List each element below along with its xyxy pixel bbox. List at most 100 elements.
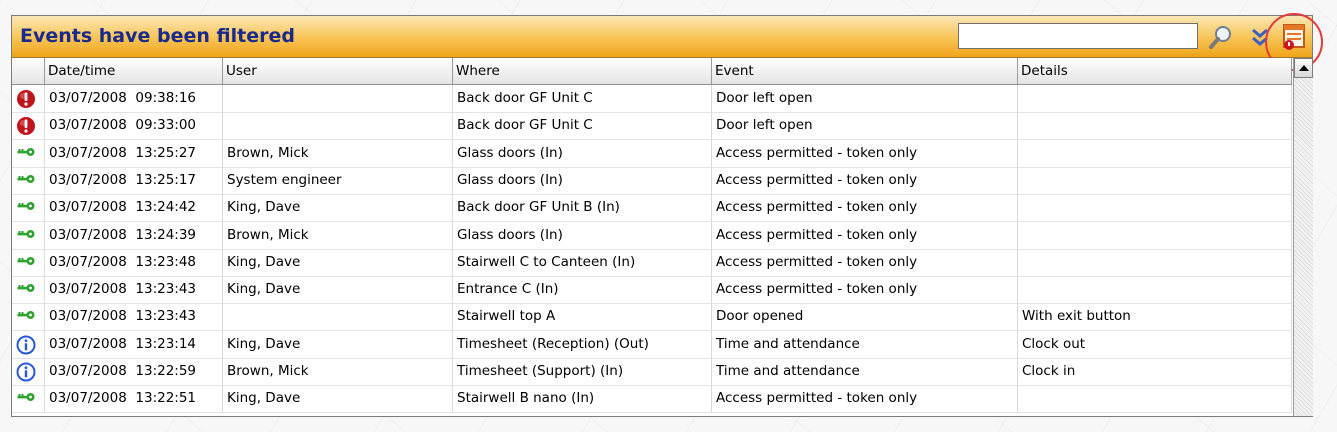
alarm-icon [17, 117, 35, 136]
cell-where: Glass doors (In) [453, 139, 712, 167]
cell-event: Door left open [712, 85, 1018, 112]
cell-datetime: 03/07/2008 13:23:43 [45, 276, 223, 304]
table-row[interactable]: 03/07/2008 13:24:42 King, Dave Back door G… [12, 194, 1292, 223]
info-icon [16, 362, 36, 382]
search-icon [1209, 26, 1231, 49]
scroll-up-button[interactable] [1294, 58, 1313, 78]
table-row[interactable]: 03/07/2008 13:23:48 King, Dave Stairwell C… [12, 248, 1292, 277]
cell-user: Brown, Mick [223, 358, 453, 385]
cell-details [1018, 194, 1292, 222]
cell-details [1018, 139, 1292, 167]
key-icon [17, 284, 35, 293]
cell-user: King, Dave [223, 248, 453, 276]
column-header-where[interactable]: Where [453, 58, 712, 84]
cell-datetime: 03/07/2008 13:24:42 [45, 194, 223, 222]
cell-status-icon [12, 166, 45, 194]
cell-where: Glass doors (In) [453, 166, 712, 194]
cell-event: Access permitted - token only [712, 166, 1018, 194]
cell-datetime: 03/07/2008 13:25:17 [45, 166, 223, 194]
table-row[interactable]: 03/07/2008 13:22:59 Brown, Mick Timesheet … [12, 358, 1292, 386]
cell-where: Back door GF Unit B (In) [453, 194, 712, 222]
cell-user: King, Dave [223, 385, 453, 413]
cell-user [223, 112, 453, 140]
icon-column-header[interactable] [12, 58, 45, 84]
cell-details [1018, 112, 1292, 140]
cell-event: Access permitted - token only [712, 139, 1018, 167]
arrow-up-icon [1298, 65, 1309, 71]
vertical-scrollbar[interactable] [1293, 58, 1313, 416]
key-icon [17, 174, 35, 183]
cell-user [223, 85, 453, 112]
cell-status-icon [12, 330, 45, 358]
cell-user: King, Dave [223, 276, 453, 304]
cell-event: Access permitted - token only [712, 221, 1018, 249]
cell-status-icon [12, 276, 45, 304]
table-row[interactable]: 03/07/2008 13:23:14 King, Dave Timesheet (… [12, 330, 1292, 359]
cell-status-icon [12, 85, 45, 112]
cell-details [1018, 221, 1292, 249]
cell-event: Time and attendance [712, 358, 1018, 385]
key-icon [17, 393, 35, 402]
table-row[interactable]: 03/07/2008 13:25:17 System engineer Glass … [12, 166, 1292, 195]
cell-where: Back door GF Unit C [453, 112, 712, 140]
cell-details [1018, 276, 1292, 304]
cell-user: Brown, Mick [223, 221, 453, 249]
cell-status-icon [12, 385, 45, 413]
table-row[interactable]: 03/07/2008 13:23:43 King, Dave Entrance C … [12, 276, 1292, 305]
search-button[interactable] [1205, 21, 1237, 53]
alarm-icon [17, 90, 35, 108]
cell-status-icon [12, 194, 45, 222]
cell-user: System engineer [223, 166, 453, 194]
column-header-details[interactable]: Details [1018, 58, 1292, 84]
cell-user: King, Dave [223, 194, 453, 222]
cell-where: Timesheet (Support) (In) [453, 358, 712, 385]
cell-details [1018, 248, 1292, 276]
cell-details: Clock in [1018, 358, 1292, 385]
panel-header: Events have been filtered [12, 16, 1312, 58]
filter-button[interactable] [1278, 21, 1310, 53]
cell-event: Access permitted - token only [712, 194, 1018, 222]
filter-icon [1283, 24, 1305, 50]
cell-event: Door opened [712, 303, 1018, 331]
cell-where: Stairwell C to Canteen (In) [453, 248, 712, 276]
column-header-event[interactable]: Event [712, 58, 1018, 84]
search-input[interactable] [958, 23, 1198, 49]
cell-datetime: 03/07/2008 13:22:51 [45, 385, 223, 413]
cell-status-icon [12, 248, 45, 276]
key-icon [17, 202, 35, 211]
cell-datetime: 03/07/2008 13:23:43 [45, 303, 223, 331]
cell-event: Time and attendance [712, 330, 1018, 358]
cell-datetime: 03/07/2008 13:22:59 [45, 358, 223, 385]
events-table: Date/time User Where Event Details 03/07… [12, 58, 1292, 416]
cell-details [1018, 85, 1292, 112]
table-row[interactable]: 03/07/2008 09:38:16 Back door GF Unit C Do… [12, 85, 1292, 113]
table-row[interactable]: 03/07/2008 09:33:00 Back door GF Unit C Do… [12, 112, 1292, 141]
info-icon [16, 335, 36, 355]
column-header-datetime[interactable]: Date/time [45, 58, 223, 84]
cell-datetime: 03/07/2008 13:23:48 [45, 248, 223, 276]
key-icon [17, 311, 35, 320]
expand-button[interactable] [1244, 21, 1276, 53]
cell-user: Brown, Mick [223, 139, 453, 167]
cell-status-icon [12, 358, 45, 385]
key-icon [17, 256, 35, 265]
cell-datetime: 03/07/2008 13:25:27 [45, 139, 223, 167]
cell-where: Stairwell top A [453, 303, 712, 331]
key-icon [17, 147, 35, 156]
table-row[interactable]: 03/07/2008 13:22:51 King, Dave Stairwell B… [12, 385, 1292, 414]
cell-where: Glass doors (In) [453, 221, 712, 249]
cell-status-icon [12, 303, 45, 331]
cell-details [1018, 385, 1292, 413]
cell-where: Stairwell B nano (In) [453, 385, 712, 413]
cell-where: Back door GF Unit C [453, 85, 712, 112]
column-header-user[interactable]: User [223, 58, 453, 84]
table-header: Date/time User Where Event Details [12, 58, 1292, 85]
table-row[interactable]: 03/07/2008 13:24:39 Brown, Mick Glass door… [12, 221, 1292, 250]
table-row[interactable]: 03/07/2008 13:25:27 Brown, Mick Glass door… [12, 139, 1292, 168]
cell-where: Entrance C (In) [453, 276, 712, 304]
double-chevron-down-icon [1252, 28, 1268, 46]
cell-event: Door left open [712, 112, 1018, 140]
cell-status-icon [12, 112, 45, 140]
cell-details: Clock out [1018, 330, 1292, 358]
table-row[interactable]: 03/07/2008 13:23:43 Stairwell top A Door o… [12, 303, 1292, 332]
